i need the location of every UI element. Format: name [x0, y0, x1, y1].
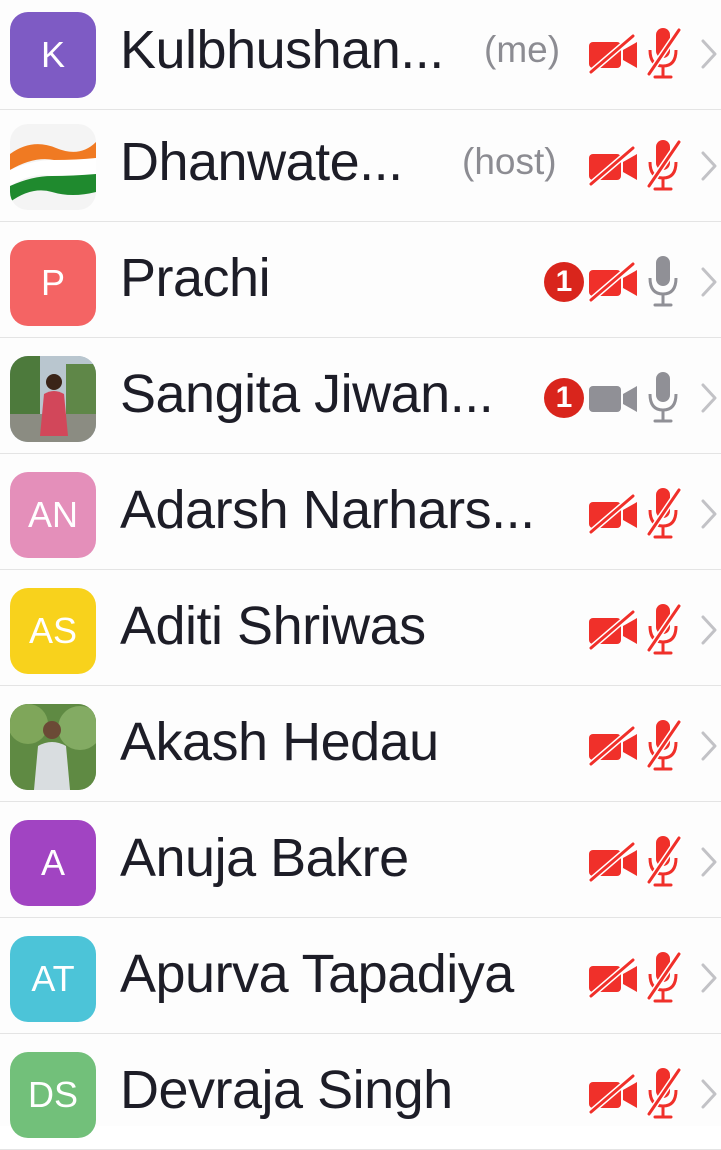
participant-name: Devraja Singh [120, 1060, 453, 1120]
avatar: AN [10, 472, 96, 558]
participant-row[interactable]: Dhanwate... (host) [0, 106, 721, 222]
mic-icon[interactable] [643, 368, 683, 428]
participant-role-tag: (me) [484, 29, 561, 70]
participant-name: Kulbhushan... [120, 20, 444, 80]
chevron-right-icon [700, 614, 718, 646]
mic-off-icon[interactable] [643, 716, 683, 776]
chevron-right-icon [700, 150, 718, 182]
video-off-icon[interactable] [587, 957, 641, 999]
mic-off-icon[interactable] [643, 136, 683, 196]
video-off-icon[interactable] [587, 725, 641, 767]
mic-off-icon[interactable] [643, 1064, 683, 1124]
video-off-icon[interactable] [587, 1073, 641, 1115]
avatar: AS [10, 588, 96, 674]
video-icon[interactable] [587, 378, 641, 418]
avatar: A [10, 820, 96, 906]
participants-list: K Kulbhushan... (me) Dhanwate... (host) P Prac… [0, 0, 721, 1150]
participant-row[interactable]: AS Aditi Shriwas [0, 570, 721, 686]
participant-name: Dhanwate... [120, 132, 403, 192]
participant-name: Prachi [120, 248, 271, 308]
participant-row[interactable]: Akash Hedau [0, 686, 721, 802]
avatar-photo [10, 704, 96, 790]
video-off-icon[interactable] [587, 261, 641, 303]
participant-name: Sangita Jiwan... [120, 364, 494, 424]
participant-name: Anuja Bakre [120, 828, 409, 888]
participant-row[interactable]: P Prachi 1 [0, 222, 721, 338]
avatar: DS [10, 1052, 96, 1138]
mic-off-icon[interactable] [643, 24, 683, 84]
mic-off-icon[interactable] [643, 484, 683, 544]
participant-row[interactable]: A Anuja Bakre [0, 802, 721, 918]
participant-role-tag: (host) [462, 141, 557, 182]
video-off-icon[interactable] [587, 33, 641, 75]
chevron-right-icon [700, 382, 718, 414]
chevron-right-icon [700, 266, 718, 298]
avatar-photo [10, 356, 96, 442]
video-off-icon[interactable] [587, 145, 641, 187]
avatar: AT [10, 936, 96, 1022]
mic-off-icon[interactable] [643, 832, 683, 892]
chevron-right-icon [700, 962, 718, 994]
participant-name: Apurva Tapadiya [120, 944, 514, 1004]
video-off-icon[interactable] [587, 609, 641, 651]
chevron-right-icon [700, 498, 718, 530]
avatar-flag-image [10, 124, 96, 210]
participant-name: Aditi Shriwas [120, 596, 426, 656]
participant-row[interactable]: Sangita Jiwan... 1 [0, 338, 721, 454]
participant-row[interactable]: AN Adarsh Narhars... [0, 454, 721, 570]
chevron-right-icon [700, 38, 718, 70]
chevron-right-icon [700, 846, 718, 878]
unread-badge: 1 [544, 378, 584, 418]
video-off-icon[interactable] [587, 841, 641, 883]
mic-off-icon[interactable] [643, 600, 683, 660]
mic-off-icon[interactable] [643, 948, 683, 1008]
participant-name: Adarsh Narhars... [120, 480, 535, 540]
mic-icon[interactable] [643, 252, 683, 312]
avatar: P [10, 240, 96, 326]
participant-row[interactable]: AT Apurva Tapadiya [0, 918, 721, 1034]
unread-badge: 1 [544, 262, 584, 302]
avatar: K [10, 12, 96, 98]
participant-name: Akash Hedau [120, 712, 439, 772]
video-off-icon[interactable] [587, 493, 641, 535]
participant-row[interactable]: K Kulbhushan... (me) [0, 0, 721, 110]
chevron-right-icon [700, 730, 718, 762]
chevron-right-icon [700, 1078, 718, 1110]
participant-row[interactable]: DS Devraja Singh [0, 1034, 721, 1150]
